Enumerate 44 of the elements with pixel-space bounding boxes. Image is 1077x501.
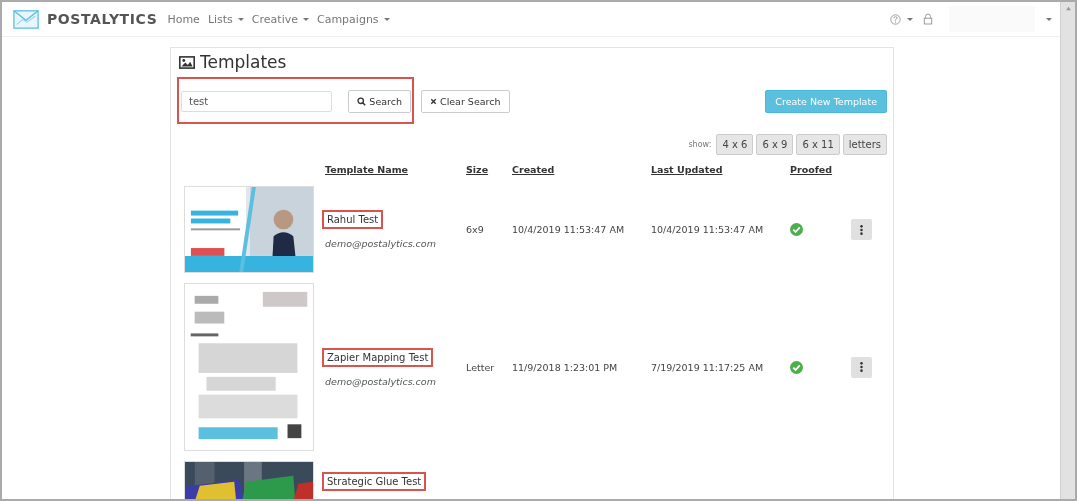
nav-link[interactable]: Campaigns bbox=[317, 12, 390, 26]
owner-email: demo@postalytics.com bbox=[325, 238, 436, 249]
column-header[interactable]: Last Updated bbox=[651, 164, 723, 175]
scrollbar[interactable] bbox=[1060, 2, 1075, 499]
date-text: 11/9/2018 1:23:01 PM bbox=[512, 361, 618, 373]
size-filter-button[interactable]: 4 x 6 bbox=[716, 134, 754, 155]
size-text: Letter bbox=[466, 361, 495, 373]
date-text: 10/4/2019 11:53:47 AM bbox=[512, 224, 625, 235]
nav-link[interactable]: Home bbox=[167, 12, 200, 26]
column-header[interactable]: Template Name bbox=[325, 164, 409, 175]
search-field[interactable]: test bbox=[181, 91, 333, 112]
size-filter-button[interactable]: 6 x 9 bbox=[756, 134, 794, 155]
column-header[interactable]: Size bbox=[466, 164, 489, 175]
nav-link[interactable]: Lists bbox=[207, 12, 244, 26]
more-options-button[interactable] bbox=[851, 219, 872, 240]
column-header[interactable]: Created bbox=[512, 164, 555, 175]
size-filter-button[interactable]: 6 x 11 bbox=[796, 134, 840, 155]
template-name-link[interactable]: Rahul Test bbox=[322, 210, 384, 229]
kebab-icon bbox=[860, 224, 863, 235]
brand-name[interactable]: POSTALYTICS bbox=[47, 11, 158, 27]
caret-icon[interactable] bbox=[907, 17, 913, 21]
kebab-icon bbox=[860, 362, 863, 372]
template-name-link[interactable]: Zapier Mapping Test bbox=[322, 347, 434, 367]
nav-link[interactable]: Creative bbox=[251, 12, 309, 26]
date-text: 10/4/2019 11:53:47 AM bbox=[651, 224, 764, 235]
date-text: 7/19/2019 11:17:25 AM bbox=[651, 361, 764, 373]
help-icon[interactable] bbox=[890, 13, 901, 25]
column-header[interactable]: Proofed bbox=[790, 164, 833, 175]
owner-email: demo@postalytics.com bbox=[325, 375, 436, 387]
image-icon bbox=[179, 55, 195, 69]
size-text: 6x9 bbox=[466, 224, 484, 235]
search-button[interactable]: Search bbox=[348, 90, 411, 113]
scroll-up-arrow-icon[interactable] bbox=[1064, 6, 1072, 11]
show-label: show: bbox=[688, 140, 712, 149]
lock-icon[interactable] bbox=[923, 13, 933, 25]
more-options-button[interactable] bbox=[851, 356, 872, 378]
page-title: Templates bbox=[200, 52, 287, 72]
caret-icon[interactable] bbox=[1046, 17, 1052, 21]
search-icon bbox=[357, 97, 367, 106]
envelope-logo-icon[interactable] bbox=[13, 9, 39, 29]
close-icon bbox=[430, 98, 437, 105]
clear-search-button[interactable]: Clear Search bbox=[421, 90, 510, 113]
template-name-link[interactable]: Strategic Glue Test bbox=[322, 471, 427, 491]
size-filter-button[interactable]: letters bbox=[842, 134, 887, 155]
